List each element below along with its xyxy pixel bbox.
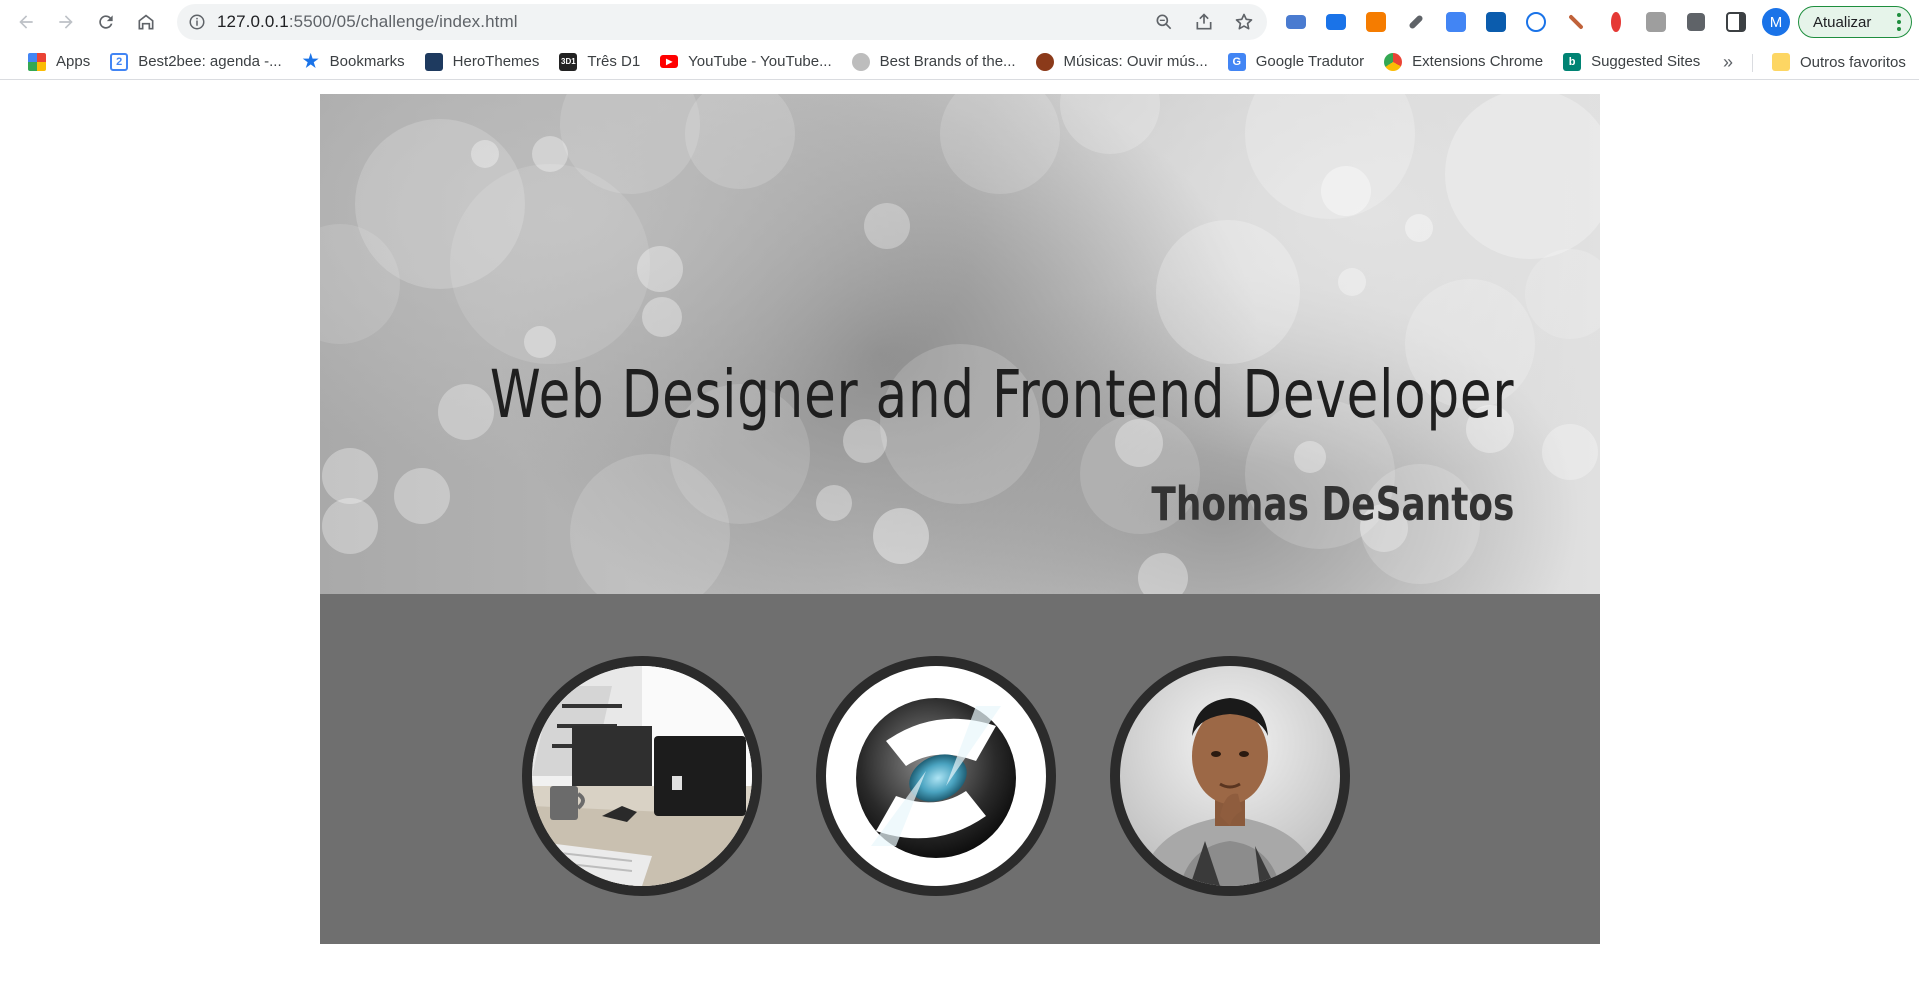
arrow-left-icon xyxy=(19,15,33,29)
bing-icon: b xyxy=(1563,52,1582,71)
bookmark-item[interactable]: b Suggested Sites xyxy=(1553,47,1710,77)
update-button[interactable]: Atualizar xyxy=(1798,6,1912,38)
bookmark-label: Suggested Sites xyxy=(1591,53,1701,70)
bookmark-item[interactable]: ▶ YouTube - YouTube... xyxy=(650,47,841,77)
s-logo-circle xyxy=(816,656,1056,896)
tres-d1-icon: 3D1 xyxy=(559,52,578,71)
extension-clipper-icon[interactable] xyxy=(1600,6,1632,38)
bookmark-label: Best Brands of the... xyxy=(879,53,1016,70)
bookmark-item[interactable]: 3D1 Três D1 xyxy=(549,47,650,77)
extension-grammar-icon[interactable] xyxy=(1320,6,1352,38)
forward-button[interactable] xyxy=(46,4,86,40)
bookmark-label: Apps xyxy=(56,53,91,70)
reload-button[interactable] xyxy=(86,4,126,40)
portrait-photo-circle xyxy=(1110,656,1350,896)
chrome-icon xyxy=(1384,52,1403,71)
url-host: 127.0.0.1 xyxy=(217,12,289,31)
bookmark-label: Google Tradutor xyxy=(1255,53,1365,70)
bookmark-label: YouTube - YouTube... xyxy=(688,53,832,70)
extension-analytics-icon[interactable] xyxy=(1360,6,1392,38)
share-icon[interactable] xyxy=(1191,9,1217,35)
extensions-bar xyxy=(1280,6,1752,38)
bookmark-label: HeroThemes xyxy=(452,53,540,70)
bookmarks-divider xyxy=(1752,54,1753,72)
bookmarks-overflow-button[interactable]: » xyxy=(1723,44,1733,80)
bookmark-item[interactable]: 2 Best2bee: agenda -... xyxy=(100,47,291,77)
extension-z-icon[interactable] xyxy=(1480,6,1512,38)
side-panel-icon[interactable] xyxy=(1720,6,1752,38)
bookmark-label: Músicas: Ouvir mús... xyxy=(1063,53,1208,70)
bookmarks-bar: Apps 2 Best2bee: agenda -... ★ Bookmarks H… xyxy=(0,44,1919,80)
site-info-icon[interactable] xyxy=(177,13,217,31)
extension-translate-icon[interactable] xyxy=(1440,6,1472,38)
bookmark-label: Best2bee: agenda -... xyxy=(138,53,282,70)
bookmark-item[interactable]: Extensions Chrome xyxy=(1374,47,1553,77)
herothemes-icon xyxy=(424,52,443,71)
bookmark-label: Bookmarks xyxy=(329,53,405,70)
extensions-puzzle-icon[interactable] xyxy=(1680,6,1712,38)
reload-icon xyxy=(99,15,113,29)
bookmark-label: Extensions Chrome xyxy=(1412,53,1544,70)
translate-icon: G xyxy=(1227,52,1246,71)
workspace-photo xyxy=(532,666,752,886)
extension-info-icon[interactable] xyxy=(1520,6,1552,38)
bookmark-item[interactable]: HeroThemes xyxy=(415,47,550,77)
hero-name: Thomas DeSantos xyxy=(1151,477,1514,531)
star-icon: ★ xyxy=(302,51,319,71)
back-button[interactable] xyxy=(6,4,46,40)
calendar-icon: 2 xyxy=(110,52,129,71)
hero-title: Web Designer and Frontend Developer xyxy=(489,356,1514,433)
apps-grid-icon xyxy=(28,52,46,71)
portrait-photo xyxy=(1120,666,1340,886)
url-text[interactable]: 127.0.0.1:5500/05/challenge/index.html xyxy=(217,12,518,32)
extension-tools-icon[interactable] xyxy=(1560,6,1592,38)
music-icon xyxy=(1035,52,1054,71)
folder-icon xyxy=(1772,53,1790,71)
s-logo xyxy=(826,666,1046,886)
zoom-icon[interactable] xyxy=(1151,9,1177,35)
bookmark-label: Outros favoritos xyxy=(1800,53,1906,71)
page-viewport: Web Designer and Frontend Developer Thom… xyxy=(0,81,1919,982)
bookmark-item[interactable]: ★ Bookmarks xyxy=(292,47,415,77)
hero-banner: Web Designer and Frontend Developer Thom… xyxy=(320,94,1600,594)
bookmark-item[interactable]: Apps xyxy=(18,47,100,77)
home-button[interactable] xyxy=(126,4,166,40)
bookmark-item[interactable]: Músicas: Ouvir mús... xyxy=(1026,47,1218,77)
arrow-right-icon xyxy=(59,15,73,29)
bookmark-item[interactable]: Best Brands of the... xyxy=(842,47,1026,77)
browser-toolbar: 127.0.0.1:5500/05/challenge/index.html M… xyxy=(0,0,1919,44)
url-path: :5500/05/challenge/index.html xyxy=(288,12,518,31)
gallery-strip xyxy=(320,594,1600,944)
youtube-icon: ▶ xyxy=(660,55,679,68)
extension-pdf-icon[interactable] xyxy=(1640,6,1672,38)
bookmark-star-icon[interactable] xyxy=(1231,9,1257,35)
address-bar[interactable]: 127.0.0.1:5500/05/challenge/index.html xyxy=(177,4,1267,40)
menu-kebab-icon xyxy=(1897,13,1901,31)
bookmark-item[interactable]: G Google Tradutor xyxy=(1218,47,1374,77)
bookmark-label: Três D1 xyxy=(587,53,641,70)
extension-eyedropper-icon[interactable] xyxy=(1400,6,1432,38)
globe-icon xyxy=(851,52,870,71)
profile-avatar[interactable]: M xyxy=(1762,8,1790,36)
home-icon xyxy=(138,14,154,30)
update-button-label: Atualizar xyxy=(1813,13,1872,31)
workspace-photo-circle xyxy=(522,656,762,896)
other-bookmarks-folder[interactable]: Outros favoritos xyxy=(1762,47,1916,77)
extension-print-icon[interactable] xyxy=(1280,6,1312,38)
